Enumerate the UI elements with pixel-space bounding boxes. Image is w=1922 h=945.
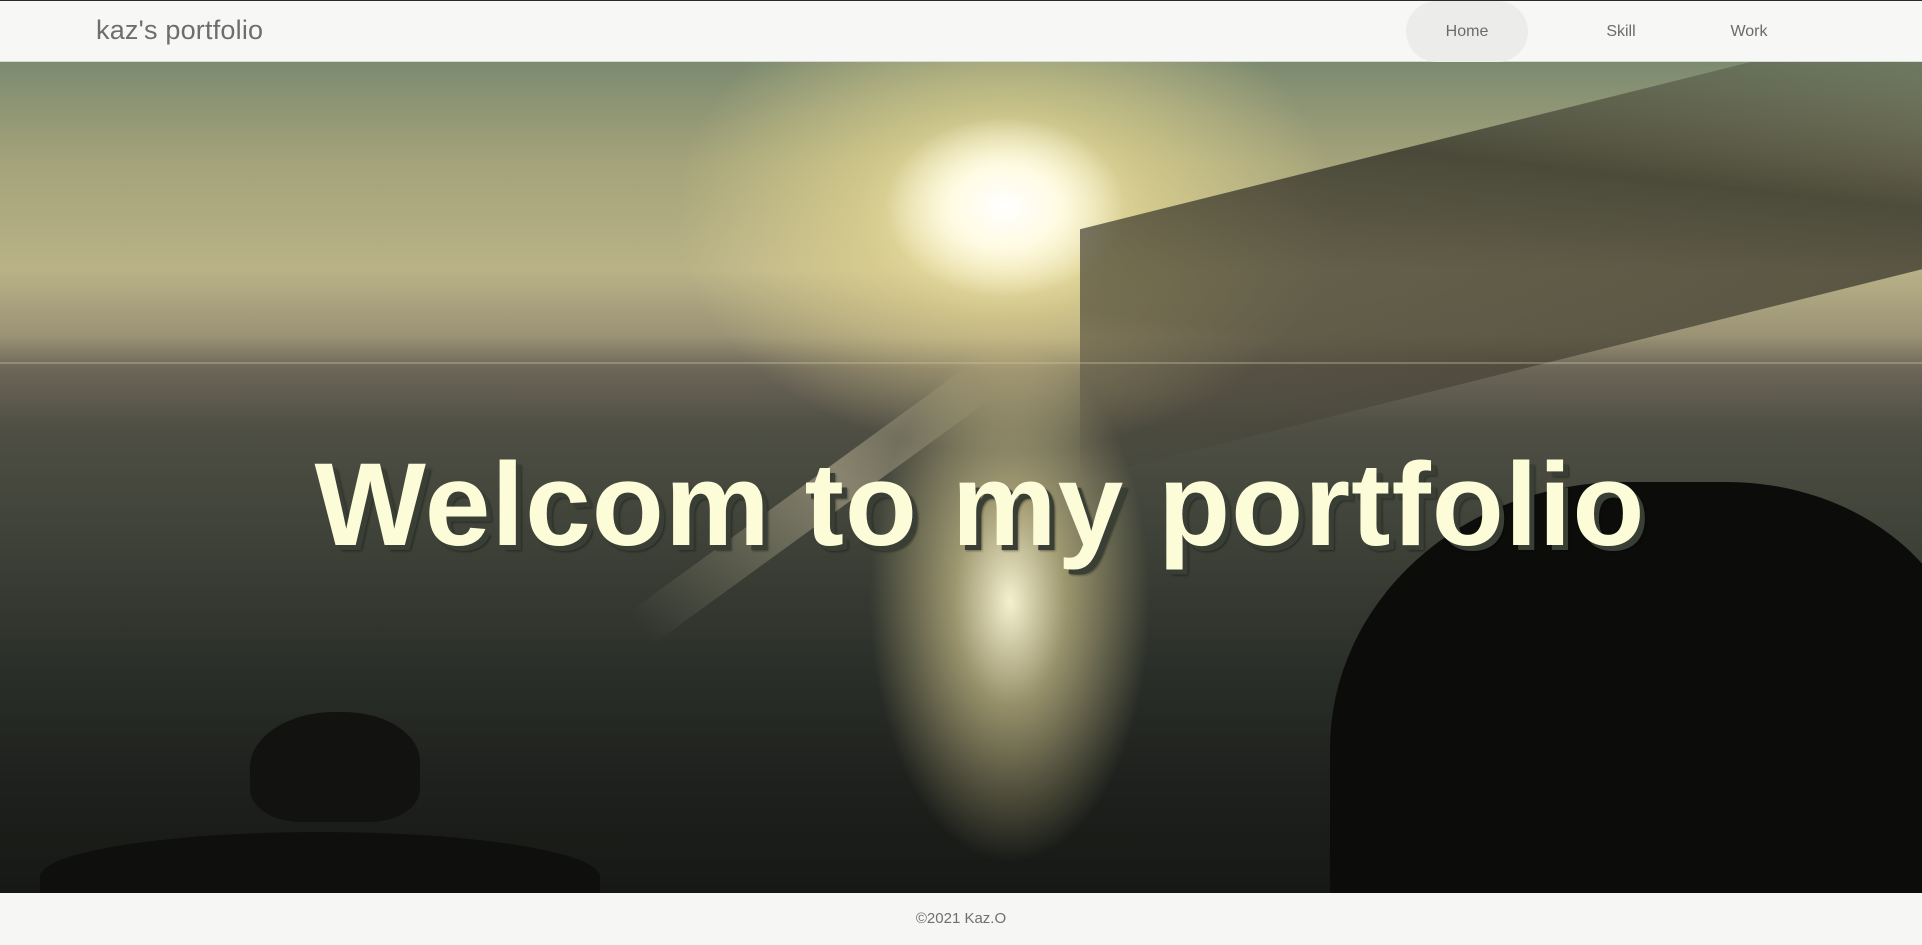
nav-home-link[interactable]: Home [1406,1,1528,62]
copyright-text: ©2021 Kaz.O [915,909,1007,927]
page-footer: ©2021 Kaz.O [0,893,1922,945]
hero-title: Welcom to my portfolio [314,439,1646,572]
nav-work-link[interactable]: Work [1688,1,1810,62]
portfolio-page: kaz's portfolio Home Skill Work Welcom t… [0,0,1922,945]
hero-section: Welcom to my portfolio [0,62,1922,893]
top-navbar: kaz's portfolio Home Skill Work [0,0,1922,62]
hero-foreground-rocks [40,832,600,893]
main-nav: Home Skill Work [1406,1,1922,62]
brand-logo-link[interactable]: kaz's portfolio [96,15,263,46]
hero-horizon [0,362,1922,364]
hero-rock [250,712,420,822]
hero-clouds [1080,62,1922,480]
nav-skill-link[interactable]: Skill [1560,1,1682,62]
